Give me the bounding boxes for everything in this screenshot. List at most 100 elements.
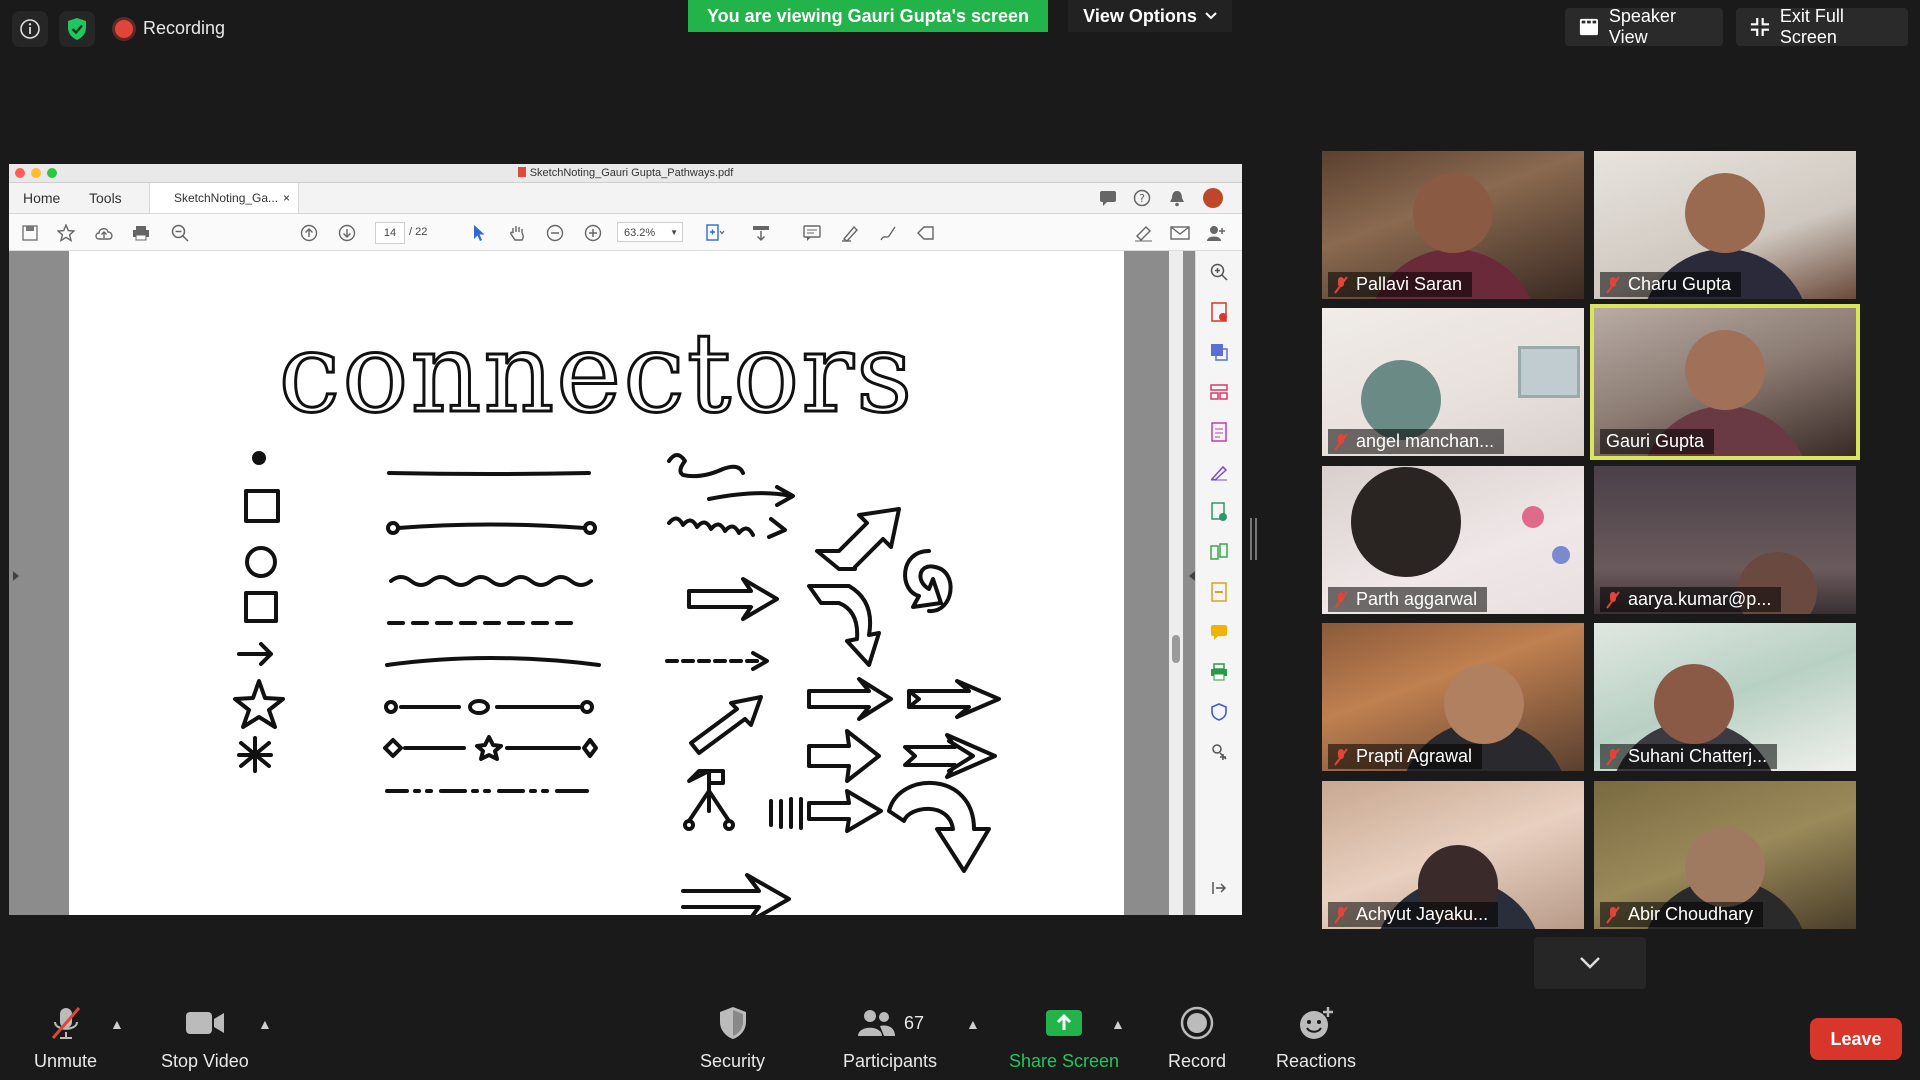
pdf-tabbar: Home Tools SketchNoting_Ga... × ? — [9, 183, 1242, 214]
share-screen-button[interactable]: Share Screen — [1009, 1005, 1119, 1072]
combine-files-icon[interactable] — [1208, 501, 1230, 523]
maximize-window-icon[interactable] — [47, 168, 57, 178]
zoom-out-magnifier-icon[interactable] — [169, 222, 191, 244]
participant-tile[interactable]: Prapti Agrawal — [1322, 623, 1584, 771]
print-icon[interactable] — [130, 222, 152, 244]
document-tab-label: SketchNoting_Ga... — [174, 191, 279, 205]
screen-share-banner: You are viewing Gauri Gupta's screen — [688, 0, 1048, 32]
leave-button[interactable]: Leave — [1810, 1018, 1902, 1060]
shared-screen-pdf-window[interactable]: SketchNoting_Gauri Gupta_Pathways.pdf Ho… — [9, 164, 1242, 915]
select-cursor-icon[interactable] — [468, 222, 490, 244]
video-options-caret-icon[interactable]: ▲ — [258, 1016, 272, 1032]
participant-tile[interactable]: Parth aggarwal — [1322, 466, 1584, 614]
speaker-view-button[interactable]: Speaker View — [1565, 6, 1723, 47]
link-share-icon[interactable] — [1133, 222, 1155, 244]
participant-tile[interactable]: aarya.kumar@p... — [1594, 466, 1856, 614]
info-icon[interactable] — [12, 11, 48, 47]
reactions-button[interactable]: Reactions — [1276, 1005, 1356, 1072]
zoom-level-select[interactable]: 63.2% ▼ — [617, 222, 683, 242]
scan-ocr-icon[interactable] — [1208, 581, 1230, 603]
fit-page-icon[interactable] — [705, 222, 727, 244]
user-avatar-icon[interactable] — [1203, 188, 1223, 208]
participant-name: aarya.kumar@p... — [1628, 589, 1772, 609]
collapse-panel-icon[interactable] — [1208, 877, 1230, 899]
zoom-in-icon[interactable] — [582, 222, 604, 244]
email-icon[interactable] — [1169, 222, 1191, 244]
edit-text-icon[interactable] — [915, 222, 937, 244]
participant-name-tag: Pallavi Saran — [1328, 272, 1473, 297]
gallery-next-page-button[interactable] — [1534, 937, 1646, 989]
participant-name-tag: Charu Gupta — [1600, 272, 1742, 297]
recording-label: Recording — [143, 18, 226, 38]
participant-tile[interactable]: Suhani Chatterj... — [1594, 623, 1856, 771]
scroll-mode-icon[interactable] — [750, 222, 772, 244]
stop-video-button[interactable]: Stop Video — [161, 1005, 249, 1072]
previous-page-icon[interactable] — [298, 222, 320, 244]
chevron-down-icon — [1205, 12, 1217, 20]
participant-name-tag: Prapti Agrawal — [1328, 744, 1483, 769]
bell-icon[interactable] — [1169, 189, 1185, 207]
fill-sign-icon[interactable] — [1208, 461, 1230, 483]
protect-shield-icon[interactable] — [1208, 701, 1230, 723]
export-pdf-icon[interactable] — [1208, 301, 1230, 323]
participant-tile[interactable]: Pallavi Saran — [1322, 151, 1584, 299]
tab-home[interactable]: Home — [23, 190, 60, 206]
close-window-icon[interactable] — [15, 168, 25, 178]
search-zoom-icon[interactable] — [1208, 261, 1230, 283]
reactions-smiley-icon — [1298, 1005, 1334, 1041]
recording-dot-icon — [115, 19, 133, 38]
comment-icon[interactable] — [801, 222, 823, 244]
unmute-button[interactable]: Unmute — [34, 1005, 97, 1072]
pdf-viewer[interactable]: connectors — [9, 251, 1195, 915]
page-number-input[interactable]: 14 — [375, 222, 405, 244]
participant-name-tag: angel manchan... — [1328, 429, 1505, 454]
audio-options-caret-icon[interactable]: ▲ — [110, 1016, 124, 1032]
edit-pdf-icon[interactable] — [1208, 421, 1230, 443]
close-tab-icon[interactable]: × — [283, 183, 290, 213]
split-resize-handle[interactable] — [1250, 518, 1257, 560]
participants-options-caret-icon[interactable]: ▲ — [966, 1016, 980, 1032]
participant-tile[interactable]: Abir Choudhary — [1594, 781, 1856, 929]
tab-tools[interactable]: Tools — [89, 190, 122, 206]
recording-indicator[interactable]: Recording — [115, 18, 225, 39]
share-options-caret-icon[interactable]: ▲ — [1111, 1016, 1125, 1032]
muted-mic-icon — [1334, 275, 1348, 294]
participant-face — [1360, 359, 1441, 440]
add-user-icon[interactable] — [1205, 222, 1227, 244]
zoom-out-icon[interactable] — [544, 222, 566, 244]
participants-button[interactable]: 67 Participants — [843, 1005, 937, 1072]
view-options-button[interactable]: View Options — [1068, 0, 1232, 32]
participant-face — [1685, 173, 1765, 254]
participant-tile-active-speaker[interactable]: Gauri Gupta — [1590, 304, 1860, 460]
record-button[interactable]: Record — [1168, 1005, 1226, 1072]
sign-pen-icon[interactable] — [877, 222, 899, 244]
hand-tool-icon[interactable] — [506, 222, 528, 244]
grid-view-icon — [1579, 18, 1598, 36]
tab-document[interactable]: SketchNoting_Ga... × — [149, 183, 299, 213]
bookmark-star-icon[interactable] — [55, 222, 77, 244]
upload-cloud-icon[interactable] — [93, 222, 115, 244]
scrollbar-thumb[interactable] — [1172, 635, 1180, 663]
vertical-scrollbar[interactable] — [1169, 251, 1183, 915]
participant-tile[interactable]: Achyut Jayaku... — [1322, 781, 1584, 929]
comment-bubble-icon[interactable] — [1099, 190, 1117, 206]
participant-name: Gauri Gupta — [1606, 431, 1705, 451]
help-icon[interactable]: ? — [1133, 189, 1151, 207]
highlight-pen-icon[interactable] — [839, 222, 861, 244]
compare-files-icon[interactable] — [1208, 541, 1230, 563]
participant-face — [1685, 826, 1765, 907]
exit-fullscreen-button[interactable]: Exit Full Screen — [1736, 6, 1908, 47]
print-production-icon[interactable] — [1208, 661, 1230, 683]
more-tools-icon[interactable] — [1208, 741, 1230, 763]
comment-tool-icon[interactable] — [1208, 621, 1230, 643]
minimize-window-icon[interactable] — [31, 168, 41, 178]
encryption-shield-icon[interactable] — [59, 11, 95, 47]
participant-tile[interactable]: angel manchan... — [1322, 308, 1584, 456]
security-button[interactable]: Security — [700, 1005, 765, 1072]
participant-tile[interactable]: Charu Gupta — [1594, 151, 1856, 299]
create-pdf-icon[interactable] — [1208, 341, 1230, 363]
save-icon[interactable] — [19, 222, 41, 244]
organize-pages-icon[interactable] — [1208, 381, 1230, 403]
left-panel-toggle-icon[interactable] — [13, 571, 19, 581]
next-page-icon[interactable] — [336, 222, 358, 244]
